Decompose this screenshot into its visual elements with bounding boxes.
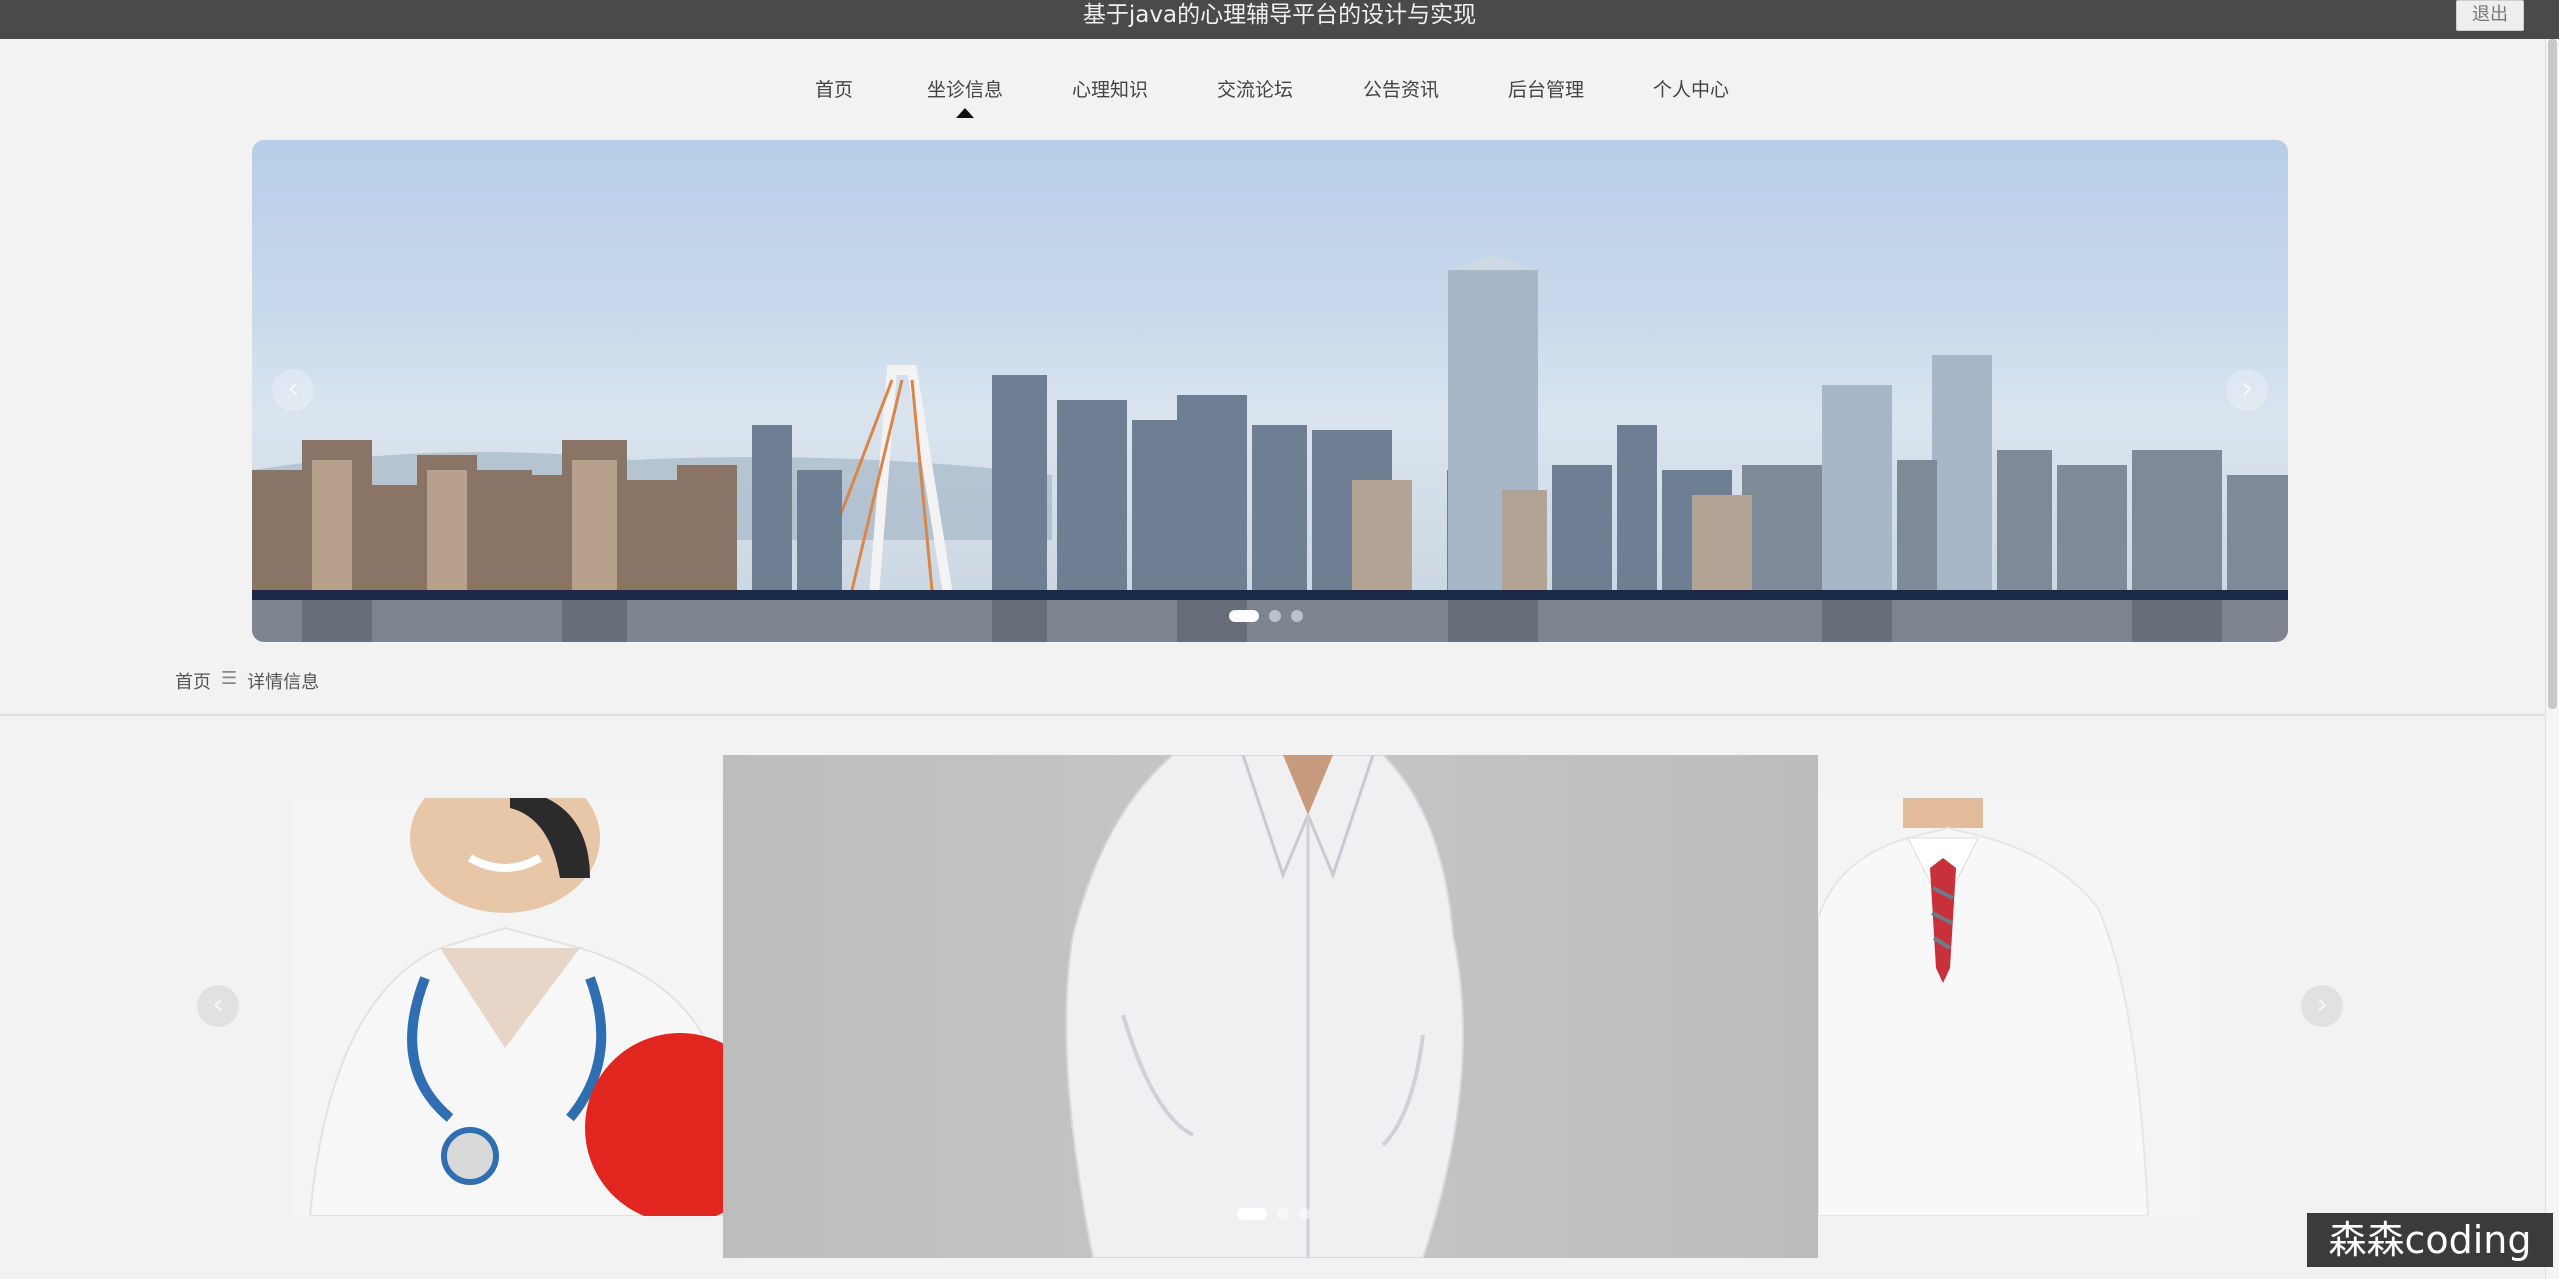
carousel-dot-3[interactable] <box>1299 1208 1311 1220</box>
carousel-prev-arrow[interactable]: ‹ <box>197 985 239 1027</box>
breadcrumb-separator-icon: ☰ <box>221 668 238 689</box>
watermark: 森森coding <box>2307 1213 2553 1267</box>
doctor-lab-coat-image <box>1065 755 1464 1258</box>
carousel-dot-1[interactable] <box>1237 1208 1267 1220</box>
nav-item-psych-knowledge[interactable]: 心理知识 <box>1072 75 1148 102</box>
nav-item-admin[interactable]: 后台管理 <box>1508 75 1584 102</box>
carousel-slide-left[interactable] <box>290 798 723 1216</box>
carousel-slide-center[interactable] <box>723 755 1818 1258</box>
site-title: 基于java的心理辅导平台的设计与实现 <box>1082 2 1477 28</box>
nav-item-forum[interactable]: 交流论坛 <box>1217 75 1293 102</box>
logout-button[interactable]: 退出 <box>2456 0 2524 31</box>
top-bar: 基于java的心理辅导平台的设计与实现 退出 <box>0 0 2559 39</box>
nav-item-consultation-info[interactable]: 坐诊信息 <box>927 75 1003 118</box>
banner-pagination <box>1229 610 1303 622</box>
banner-dot-3[interactable] <box>1291 610 1303 622</box>
scrollbar-thumb[interactable] <box>2548 39 2557 709</box>
nav-item-personal-center[interactable]: 个人中心 <box>1653 75 1729 102</box>
breadcrumb-current: 详情信息 <box>247 672 320 693</box>
nav-item-home[interactable]: 首页 <box>815 75 853 102</box>
banner-next-arrow[interactable]: › <box>2226 369 2268 411</box>
main-nav: 首页 坐诊信息 心理知识 交流论坛 公告资讯 后台管理 个人中心 <box>0 75 2559 118</box>
page-scrollbar[interactable] <box>2545 39 2559 1279</box>
banner-dot-2[interactable] <box>1269 610 1281 622</box>
carousel-pagination <box>1237 1208 1311 1220</box>
city-skyline-image <box>252 255 2288 642</box>
section-divider <box>0 714 2545 716</box>
banner-carousel[interactable]: ‹ › <box>252 140 2288 642</box>
carousel-next-arrow[interactable]: › <box>2301 985 2343 1027</box>
carousel-slide-right[interactable] <box>1818 798 2200 1216</box>
breadcrumb-home[interactable]: 首页 <box>175 668 211 694</box>
doctor-with-stethoscope-image <box>290 798 723 1216</box>
banner-dot-1[interactable] <box>1229 610 1259 622</box>
nav-item-announcements[interactable]: 公告资讯 <box>1363 75 1439 102</box>
banner-prev-arrow[interactable]: ‹ <box>272 369 314 411</box>
breadcrumb: 首页 ☰ 详情信息 <box>175 668 319 694</box>
carousel-dot-2[interactable] <box>1277 1208 1289 1220</box>
male-doctor-image <box>1818 798 2200 1216</box>
